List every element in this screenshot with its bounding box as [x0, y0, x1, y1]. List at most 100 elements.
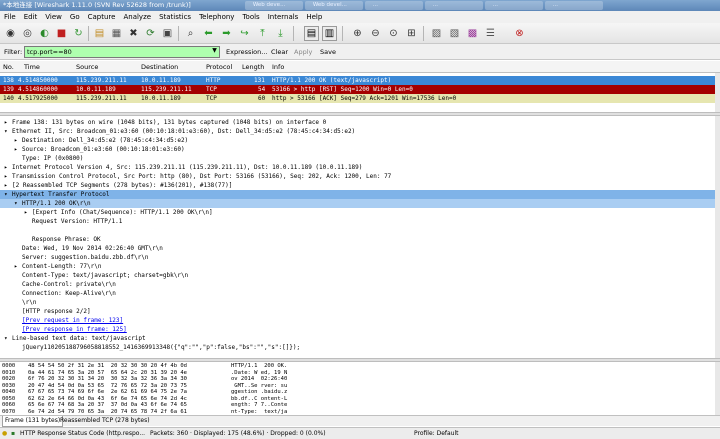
column-protocol[interactable]: Protocol	[206, 61, 232, 73]
help-icon[interactable]: ⊗	[512, 26, 527, 41]
tree-item[interactable]: ▸ Transmission Control Protocol, Src Port…	[0, 172, 715, 181]
frame-link[interactable]: [Prev response in frame: 125]	[22, 325, 127, 334]
collapse-arrow-icon[interactable]: ▾	[14, 199, 18, 208]
auto-scroll-icon[interactable]: ▥	[322, 26, 337, 41]
column-info[interactable]: Info	[272, 61, 284, 73]
go-forward-icon[interactable]: ➡	[219, 26, 234, 41]
tree-item[interactable]: ▸ Source: Broadcom_01:e3:60 (00:10:18:01:…	[0, 145, 715, 154]
save-button[interactable]: Save	[320, 48, 336, 56]
menu-capture[interactable]: Capture	[84, 11, 120, 23]
tree-item[interactable]: jQuery110205188796058818552_141636991334…	[0, 343, 715, 352]
tree-item[interactable]: ▸ Content-Length: 77\r\n	[0, 262, 715, 271]
start-capture-icon[interactable]: ◐	[37, 26, 52, 41]
menu-internals[interactable]: Internals	[264, 11, 303, 23]
restart-capture-icon[interactable]: ↻	[71, 26, 86, 41]
tree-item[interactable]: Response Phrase: OK	[0, 235, 715, 244]
tree-item[interactable]: ▾ Line-based text data: text/javascript	[0, 334, 715, 343]
go-last-icon[interactable]: ⤓	[273, 26, 288, 41]
menu-analyze[interactable]: Analyze	[119, 11, 155, 23]
print-icon[interactable]: ▣	[160, 26, 175, 41]
expand-arrow-icon[interactable]: ▸	[4, 181, 8, 190]
zoom-out-icon[interactable]: ⊖	[368, 26, 383, 41]
tree-item[interactable]: Type: IP (0x0800)	[0, 154, 715, 163]
expand-arrow-icon[interactable]: ▸	[14, 145, 18, 154]
column-time[interactable]: Time	[24, 61, 40, 73]
taskbar-tab[interactable]: ...	[364, 1, 423, 10]
zoom-normal-icon[interactable]: ⊙	[386, 26, 401, 41]
reload-icon[interactable]: ⟳	[143, 26, 158, 41]
tree-item[interactable]: Request Version: HTTP/1.1	[0, 217, 715, 226]
tree-item[interactable]: Date: Wed, 19 Nov 2014 02:26:40 GMT\r\n	[0, 244, 715, 253]
menu-statistics[interactable]: Statistics	[155, 11, 195, 23]
menu-edit[interactable]: Edit	[20, 11, 42, 23]
expand-arrow-icon[interactable]: ▸	[14, 136, 18, 145]
taskbar-tab[interactable]: Web deve...	[244, 1, 303, 10]
find-packet-icon[interactable]: ⌕	[183, 26, 198, 41]
stop-capture-icon[interactable]: ■	[54, 26, 69, 41]
expand-arrow-icon[interactable]: ▸	[4, 163, 8, 172]
tree-item[interactable]: ▸ Internet Protocol Version 4, Src: 115.2…	[0, 163, 715, 172]
collapse-arrow-icon[interactable]: ▾	[4, 334, 8, 343]
go-to-packet-icon[interactable]: ↪	[237, 26, 252, 41]
zoom-in-icon[interactable]: ⊕	[350, 26, 365, 41]
capture-filters-icon[interactable]: ▨	[429, 26, 444, 41]
preferences-icon[interactable]: ☰	[483, 26, 498, 41]
taskbar-tab[interactable]: ...	[424, 1, 483, 10]
resize-columns-icon[interactable]: ⊞	[404, 26, 419, 41]
interface-list-icon[interactable]: ◉	[3, 26, 18, 41]
tree-item[interactable]: [HTTP response 2/2]	[0, 307, 715, 316]
details-scrollbar[interactable]	[715, 116, 720, 358]
tree-item[interactable]: ▸ [2 Reassembled TCP Segments (278 bytes)…	[0, 181, 715, 190]
column-no[interactable]: No.	[3, 61, 14, 73]
frame-link[interactable]: [Prev request in frame: 123]	[22, 316, 123, 325]
taskbar-tab[interactable]: ...	[544, 1, 603, 10]
menu-tools[interactable]: Tools	[238, 11, 263, 23]
coloring-rules-icon[interactable]: ▩	[465, 26, 480, 41]
tree-item[interactable]: Content-Type: text/javascript; charset=g…	[0, 271, 715, 280]
tree-item[interactable]: [Prev response in frame: 125]	[0, 325, 715, 334]
clear-button[interactable]: Clear	[271, 48, 288, 56]
expand-arrow-icon[interactable]: ▸	[4, 118, 8, 127]
tree-item[interactable]: ▸ Frame 138: 131 bytes on wire (1048 bits…	[0, 118, 715, 127]
packet-list-scrollbar[interactable]	[715, 73, 720, 113]
column-destination[interactable]: Destination	[141, 61, 178, 73]
tree-item[interactable]: Cache-Control: private\r\n	[0, 280, 715, 289]
expression-button[interactable]: Expression...	[226, 48, 267, 56]
taskbar-tab[interactable]: Web devel...	[304, 1, 363, 10]
taskbar-tab[interactable]: ...	[484, 1, 543, 10]
save-file-icon[interactable]: ▦	[109, 26, 124, 41]
tree-item[interactable]: \r\n	[0, 298, 715, 307]
collapse-arrow-icon[interactable]: ▾	[4, 127, 8, 136]
go-first-icon[interactable]: ⤒	[255, 26, 270, 41]
expand-arrow-icon[interactable]: ▸	[14, 262, 18, 271]
display-filters-icon[interactable]: ▧	[447, 26, 462, 41]
colorize-icon[interactable]: ▤	[304, 26, 319, 41]
tree-item[interactable]: ▾ Ethernet II, Src: Broadcom_01:e3:60 (00…	[0, 127, 715, 136]
collapse-arrow-icon[interactable]: ▾	[4, 190, 8, 199]
column-source[interactable]: Source	[76, 61, 98, 73]
tree-item[interactable]: Server: suggestion.baidu.zbb.df\r\n	[0, 253, 715, 262]
tree-item[interactable]: ▾ HTTP/1.1 200 OK\r\n	[0, 199, 715, 208]
tree-item[interactable]: [Prev request in frame: 123]	[0, 316, 715, 325]
menu-file[interactable]: File	[0, 11, 20, 23]
go-back-icon[interactable]: ⬅	[201, 26, 216, 41]
tab-reassembled-bytes[interactable]: Reassembled TCP (278 bytes)	[58, 416, 152, 426]
tree-item[interactable]: ▸ [Expert Info (Chat/Sequence): HTTP/1.1 …	[0, 208, 715, 217]
capture-options-icon[interactable]: ◎	[20, 26, 35, 41]
packet-row[interactable]: 140 4.517925000 115.239.211.11 10.0.11.1…	[0, 94, 716, 103]
expand-arrow-icon[interactable]: ▸	[24, 208, 28, 217]
tree-item[interactable]: Connection: Keep-Alive\r\n	[0, 289, 715, 298]
menu-go[interactable]: Go	[66, 11, 84, 23]
tree-item[interactable]: ▾ Hypertext Transfer Protocol	[0, 190, 715, 199]
close-file-icon[interactable]: ✖	[126, 26, 141, 41]
menu-help[interactable]: Help	[302, 11, 326, 23]
expert-info-icon[interactable]: ●	[2, 428, 7, 439]
tree-item[interactable]	[0, 226, 715, 235]
menu-telephony[interactable]: Telephony	[195, 11, 238, 23]
tab-frame-bytes[interactable]: Frame (131 bytes)	[2, 416, 64, 427]
column-length[interactable]: Length	[242, 61, 264, 73]
tree-item[interactable]: ▸ Destination: Dell_34:d5:e2 (78:45:c4:34…	[0, 136, 715, 145]
status-profile[interactable]: Profile: Default	[414, 428, 459, 439]
packet-row[interactable]: 139 4.514860000 10.0.11.189 115.239.211.…	[0, 85, 716, 94]
apply-button[interactable]: Apply	[294, 48, 312, 56]
